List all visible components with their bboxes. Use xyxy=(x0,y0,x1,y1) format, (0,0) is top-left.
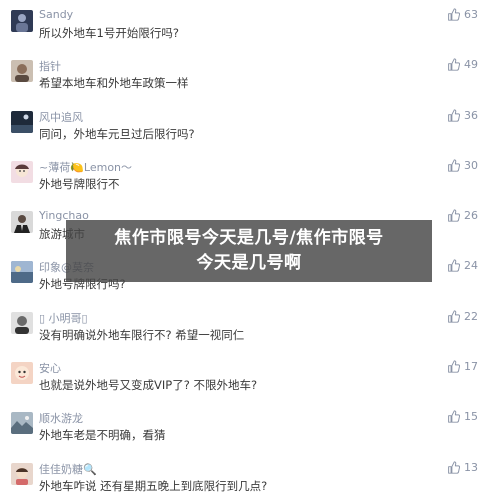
like-count: 36 xyxy=(464,108,478,122)
comment-text: 同问，外地车元旦过后限行吗? xyxy=(39,126,195,141)
comment-username[interactable]: 指针 xyxy=(39,58,61,74)
comment-text: 外地车老是不明确，看猜 xyxy=(39,428,166,443)
like-button[interactable]: 15 xyxy=(447,410,478,423)
comment-item: 佳佳奶糖🔍 外地车咋说 还有星期五晚上到底限行到几点? 13 xyxy=(0,453,500,503)
like-count: 22 xyxy=(464,309,478,323)
like-count: 63 xyxy=(464,8,478,21)
comment-item: 指针 希望本地车和外地车政策一样 49 xyxy=(0,50,500,100)
thumbs-up-icon xyxy=(448,209,460,222)
like-count: 26 xyxy=(464,209,478,223)
comment-text: 所以外地车1号开始限行吗? xyxy=(39,26,179,40)
avatar[interactable] xyxy=(11,110,33,133)
avatar[interactable] xyxy=(11,10,33,32)
avatar[interactable] xyxy=(11,311,33,334)
comment-item: 安心 也就是说外地号又变成VIP了? 不限外地车? 17 xyxy=(0,352,500,402)
like-button[interactable]: 26 xyxy=(447,209,478,222)
comment-username[interactable]: 安心 xyxy=(39,360,61,376)
thumbs-up-icon xyxy=(448,108,460,122)
like-button[interactable]: 24 xyxy=(447,259,478,272)
thumbs-up-icon xyxy=(448,360,460,373)
thumbs-up-icon xyxy=(448,410,460,424)
like-count: 15 xyxy=(464,410,478,424)
like-count: 49 xyxy=(464,58,478,72)
comment-item: ~薄荷🍋Lemon～ 外地号牌限行不 30 xyxy=(0,151,500,201)
comment-text: 希望本地车和外地车政策一样 xyxy=(39,76,189,91)
avatar[interactable] xyxy=(11,261,33,284)
thumbs-up-icon xyxy=(448,259,460,273)
banner-title-line-2: 今天是几号啊 xyxy=(196,253,302,273)
avatar[interactable] xyxy=(11,362,33,385)
like-count: 30 xyxy=(464,158,478,172)
comment-username[interactable]: ~薄荷🍋Lemon～ xyxy=(39,159,132,175)
like-button[interactable]: 22 xyxy=(447,310,478,323)
like-button[interactable]: 49 xyxy=(447,58,478,71)
thumbs-up-icon xyxy=(448,58,460,71)
comment-username[interactable]: 风中追风 xyxy=(39,109,83,125)
comment-text: 也就是说外地号又变成VIP了? 不限外地车? xyxy=(39,378,258,393)
comment-text: 没有明确说外地车限行不? 希望一视同仁 xyxy=(39,327,245,342)
like-button[interactable]: 17 xyxy=(447,360,478,373)
thumbs-up-icon xyxy=(448,8,460,21)
comment-text: 外地车咋说 还有星期五晚上到底限行到几点? xyxy=(39,478,268,493)
avatar[interactable] xyxy=(11,60,33,83)
like-button[interactable]: 63 xyxy=(447,8,478,21)
comment-item: ▯ 小明哥▯ 没有明确说外地车限行不? 希望一视同仁 22 xyxy=(0,302,500,352)
comment-item: Sandy 所以外地车1号开始限行吗? 63 xyxy=(0,0,500,50)
avatar[interactable] xyxy=(11,211,33,234)
thumbs-up-icon xyxy=(448,460,460,474)
avatar[interactable] xyxy=(11,462,33,485)
comment-username[interactable]: ▯ 小明哥▯ xyxy=(39,310,88,326)
like-count: 17 xyxy=(464,360,478,374)
comment-username[interactable]: 顺水游龙 xyxy=(39,410,83,426)
comment-item: 风中追风 同问，外地车元旦过后限行吗? 36 xyxy=(0,101,500,151)
comment-username[interactable]: 佳佳奶糖🔍 xyxy=(39,461,97,477)
thumbs-up-icon xyxy=(448,159,460,172)
title-banner-overlay: 焦作市限号今天是几号/焦作市限号 今天是几号啊 xyxy=(66,220,432,282)
avatar[interactable] xyxy=(11,412,33,435)
like-count: 13 xyxy=(464,460,478,474)
like-count: 24 xyxy=(464,259,478,273)
like-button[interactable]: 36 xyxy=(447,109,478,122)
comment-text: 外地号牌限行不 xyxy=(39,176,120,191)
comment-item: 顺水游龙 外地车老是不明确，看猜 15 xyxy=(0,402,500,452)
avatar[interactable] xyxy=(11,160,33,183)
like-button[interactable]: 30 xyxy=(447,159,478,172)
comment-username[interactable]: Sandy xyxy=(39,8,73,21)
banner-title-line-1: 焦作市限号今天是几号/焦作市限号 xyxy=(114,228,384,248)
thumbs-up-icon xyxy=(448,310,460,323)
like-button[interactable]: 13 xyxy=(447,461,478,474)
